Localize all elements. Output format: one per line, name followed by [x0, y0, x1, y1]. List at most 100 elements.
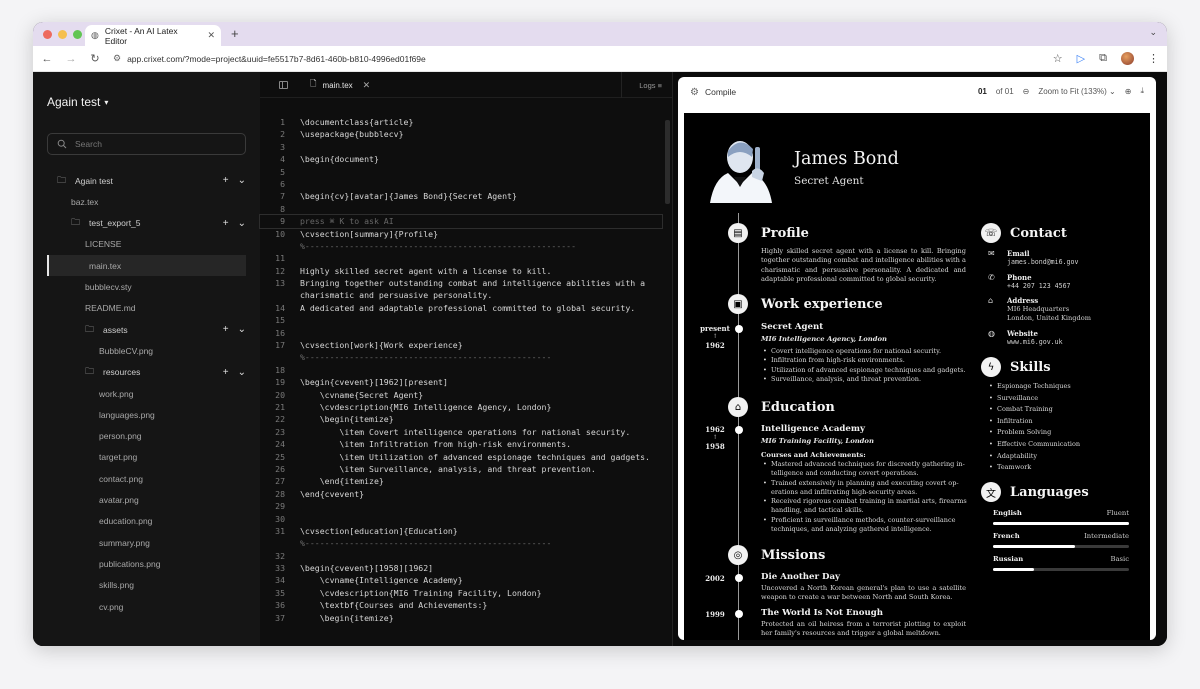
code-line[interactable]: 35 \cvdescription{MI6 Training Facility,…	[260, 587, 662, 599]
logs-button[interactable]: Logs ≡	[639, 81, 662, 90]
code-line[interactable]: 25 \item Utilization of advanced espiona…	[260, 451, 662, 463]
new-tab-button[interactable]: +	[231, 26, 239, 41]
code-line[interactable]: 29	[260, 500, 662, 512]
code-area[interactable]: 1 \documentclass{article} 2 \usepackage{bub…	[259, 116, 663, 624]
close-tab-icon[interactable]: ✕	[207, 30, 215, 41]
add-file-icon[interactable]: +	[223, 218, 229, 229]
add-file-icon[interactable]: +	[223, 367, 229, 378]
code-line[interactable]: 28 \end{cvevent}	[260, 488, 662, 500]
add-file-icon[interactable]: +	[223, 175, 229, 186]
code-line[interactable]: 22 \begin{itemize}	[260, 413, 662, 425]
file-item[interactable]: avatar.png	[47, 490, 246, 511]
code-line[interactable]: 36 \textbf{Courses and Achievements:}	[260, 599, 662, 611]
file-item[interactable]: skills.png	[47, 575, 246, 596]
code-line[interactable]: 12 Highly skilled secret agent with a lic…	[260, 265, 662, 277]
code-line[interactable]: 20 \cvname{Secret Agent}	[260, 389, 662, 401]
chevron-down-icon[interactable]: ⌄	[238, 218, 246, 229]
browser-menu-icon[interactable]: ⋮	[1148, 52, 1159, 65]
zoom-out-icon[interactable]: ⊖	[1023, 87, 1030, 96]
code-line[interactable]: 3	[260, 141, 662, 153]
folder-item[interactable]: 🗀 test_export_5 + ⌄	[47, 213, 246, 234]
file-item[interactable]: cv.png	[47, 596, 246, 617]
file-item[interactable]: LICENSE	[47, 234, 246, 255]
file-item[interactable]: summary.png	[47, 532, 246, 553]
chevron-down-icon[interactable]: ⌄	[238, 367, 246, 378]
address-bar[interactable]: ⚙ app.crixet.com/?mode=project&uuid=fe55…	[113, 50, 1041, 68]
code-line[interactable]: 13 Bringing together outstanding combat a…	[260, 277, 662, 289]
folder-item[interactable]: 🗀 resources + ⌄	[47, 362, 246, 383]
file-item[interactable]: person.png	[47, 426, 246, 447]
file-item[interactable]: languages.png	[47, 404, 246, 425]
code-line[interactable]: 16	[260, 327, 662, 339]
close-tab-icon[interactable]: ✕	[363, 80, 371, 91]
add-file-icon[interactable]: +	[223, 324, 229, 335]
code-line[interactable]: 14 A dedicated and adaptable professional…	[260, 302, 662, 314]
file-item[interactable]: bubblecv.sty	[47, 277, 246, 298]
code-line[interactable]: 6	[260, 178, 662, 190]
file-item[interactable]: BubbleCV.png	[47, 340, 246, 361]
file-item[interactable]: baz.tex	[47, 191, 246, 212]
code-line[interactable]: 32	[260, 550, 662, 562]
code-line[interactable]: %---------------------------------------…	[260, 240, 662, 252]
extensions-puzzle-icon[interactable]: ⧉	[1099, 52, 1107, 65]
code-line[interactable]: 33 \begin{cvevent}[1958][1962]	[260, 562, 662, 574]
editor-scrollbar[interactable]	[665, 120, 670, 204]
code-line[interactable]: 8	[260, 203, 662, 215]
code-line[interactable]: %---------------------------------------…	[260, 537, 662, 549]
file-item[interactable]: main.tex	[47, 255, 246, 277]
code-line[interactable]: 4 \begin{document}	[260, 153, 662, 165]
compile-button[interactable]: Compile	[705, 87, 736, 97]
back-arrow-icon[interactable]: ←	[41, 53, 53, 65]
code-line[interactable]: 15	[260, 314, 662, 326]
bookmark-star-icon[interactable]: ☆	[1053, 52, 1063, 65]
zoom-select[interactable]: Zoom to Fit (133%) ⌄	[1038, 87, 1115, 96]
play-extension-icon[interactable]: ▷	[1077, 52, 1085, 65]
folder-item[interactable]: 🗀 assets + ⌄	[47, 319, 246, 340]
site-settings-icon[interactable]: ⚙	[113, 53, 121, 64]
close-window-button[interactable]	[43, 30, 52, 39]
code-line[interactable]: 18	[260, 364, 662, 376]
chevron-down-icon[interactable]: ⌄	[238, 324, 246, 335]
file-item[interactable]: contact.png	[47, 468, 246, 489]
search-input[interactable]: Search	[47, 133, 246, 155]
file-item[interactable]: README.md	[47, 298, 246, 319]
code-line[interactable]: 24 \item Infiltration from high-risk env…	[260, 438, 662, 450]
zoom-in-icon[interactable]: ⊕	[1125, 87, 1132, 96]
sidebar-toggle-icon[interactable]	[279, 81, 288, 89]
code-line[interactable]: 23 \item Covert intelligence operations …	[260, 426, 662, 438]
page-number-input[interactable]: 01	[978, 87, 987, 96]
file-item[interactable]: publications.png	[47, 553, 246, 574]
browser-tab[interactable]: ◍ Crixet - An AI Latex Editor ✕	[85, 25, 221, 46]
file-item[interactable]: education.png	[47, 511, 246, 532]
code-line[interactable]: 19 \begin{cvevent}[1962][present]	[260, 376, 662, 388]
code-line[interactable]: 11	[260, 252, 662, 264]
file-item[interactable]: target.png	[47, 447, 246, 468]
editor-tab-main[interactable]: 🗋 main.tex ✕	[306, 72, 374, 98]
code-line[interactable]: 30	[260, 513, 662, 525]
project-switcher[interactable]: Again test ▾	[47, 95, 108, 109]
code-line[interactable]: 17 \cvsection[work]{Work experience}	[260, 339, 662, 351]
chevron-down-icon[interactable]: ⌄	[238, 175, 246, 186]
code-line[interactable]: 2 \usepackage{bubblecv}	[260, 128, 662, 140]
code-line[interactable]: 31 \cvsection[education]{Education}	[260, 525, 662, 537]
forward-arrow-icon[interactable]: →	[65, 53, 77, 65]
code-line[interactable]: 5	[260, 166, 662, 178]
minimize-window-button[interactable]	[58, 30, 67, 39]
code-line[interactable]: 10 \cvsection[summary]{Profile}	[260, 228, 662, 240]
code-line[interactable]: 34 \cvname{Intelligence Academy}	[260, 574, 662, 586]
reload-icon[interactable]: ↻	[89, 52, 101, 65]
code-line[interactable]: 7 \begin{cv}[avatar]{James Bond}{Secret A…	[260, 190, 662, 202]
code-line[interactable]: 27 \end{itemize}	[260, 475, 662, 487]
code-line[interactable]: 1 \documentclass{article}	[260, 116, 662, 128]
profile-avatar[interactable]	[1121, 52, 1134, 65]
maximize-window-button[interactable]	[73, 30, 82, 39]
code-line[interactable]: 9 press ⌘ K to ask AI	[259, 214, 663, 229]
download-icon[interactable]: ⤓	[1140, 86, 1144, 96]
code-line[interactable]: 26 \item Surveillance, analysis, and thr…	[260, 463, 662, 475]
file-item[interactable]: work.png	[47, 383, 246, 404]
folder-item[interactable]: 🗀 Again test + ⌄	[47, 170, 246, 191]
code-line[interactable]: charismatic and persuasive personality.	[260, 289, 662, 301]
code-line[interactable]: 37 \begin{itemize}	[260, 612, 662, 624]
code-line[interactable]: %---------------------------------------…	[260, 351, 662, 363]
tab-search-chevron-icon[interactable]: ⌄	[1149, 27, 1157, 38]
